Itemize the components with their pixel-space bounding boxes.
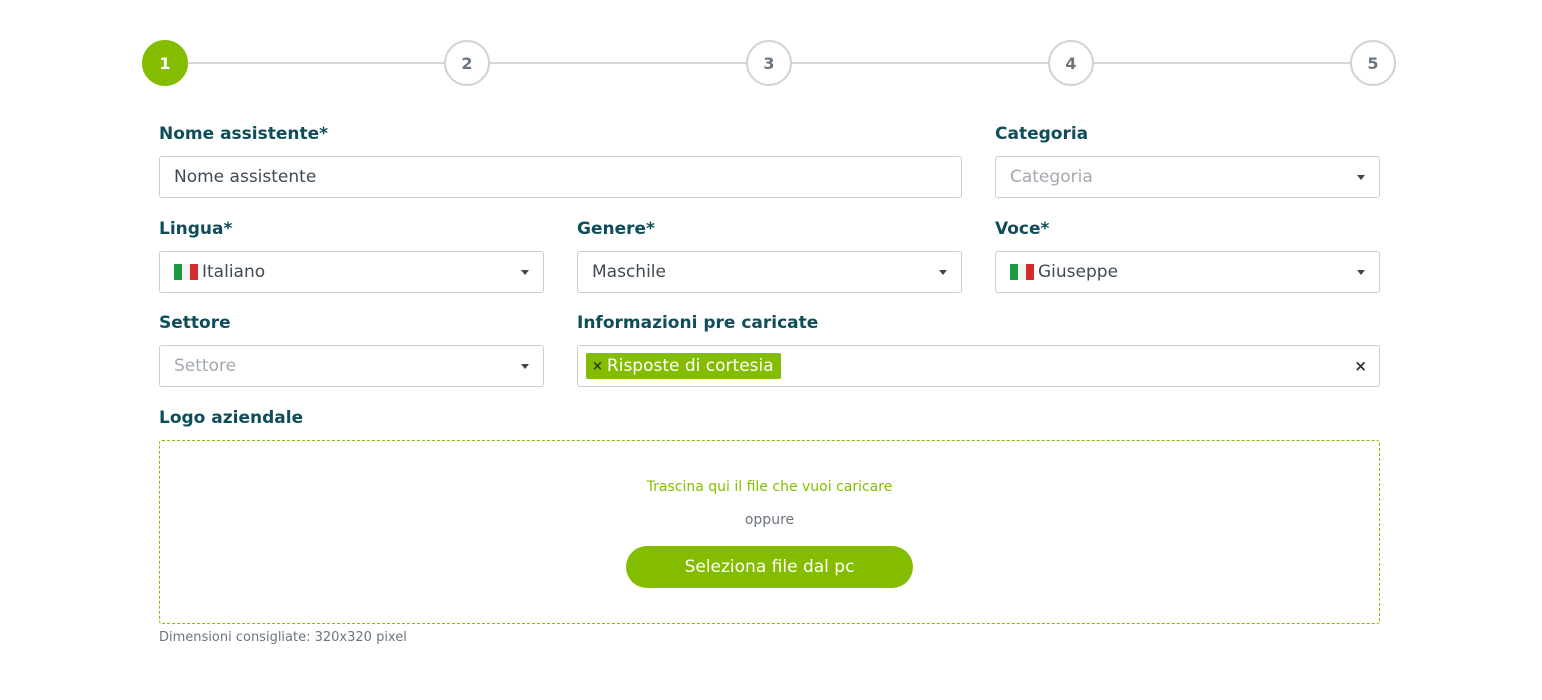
settore-select[interactable]: Settore [159, 345, 544, 387]
selected-tag: × Risposte di cortesia [586, 353, 781, 379]
stepper: 1 2 3 4 5 [142, 40, 1397, 86]
clear-all-icon[interactable]: × [1354, 357, 1367, 375]
chevron-down-icon [1357, 270, 1365, 275]
tag-label: Risposte di cortesia [606, 356, 774, 376]
nome-assistente-label: Nome assistente* [159, 124, 329, 144]
step-4[interactable]: 4 [1048, 40, 1094, 86]
genere-label: Genere* [577, 219, 655, 239]
chevron-down-icon [521, 270, 529, 275]
italy-flag-icon [174, 264, 198, 280]
settore-placeholder: Settore [174, 356, 237, 376]
step-3[interactable]: 3 [746, 40, 792, 86]
genere-value: Maschile [592, 262, 666, 282]
lingua-label: Lingua* [159, 219, 233, 239]
nome-assistente-value: Nome assistente [174, 167, 317, 187]
chevron-down-icon [521, 364, 529, 369]
dropzone-text: Trascina qui il file che vuoi caricare [646, 479, 893, 495]
step-5[interactable]: 5 [1350, 40, 1396, 86]
italy-flag-icon [1010, 264, 1034, 280]
remove-tag-icon[interactable]: × [592, 359, 603, 374]
informazioni-multiselect[interactable]: × Risposte di cortesia × [577, 345, 1380, 387]
nome-assistente-input[interactable]: Nome assistente [159, 156, 962, 198]
chevron-down-icon [1357, 175, 1365, 180]
lingua-value: Italiano [202, 262, 266, 282]
informazioni-label: Informazioni pre caricate [577, 313, 819, 333]
chevron-down-icon [939, 270, 947, 275]
logo-size-hint: Dimensioni consigliate: 320x320 pixel [159, 630, 407, 645]
categoria-label: Categoria [995, 124, 1089, 144]
voce-label: Voce* [995, 219, 1050, 239]
voce-value: Giuseppe [1038, 262, 1119, 282]
step-2[interactable]: 2 [444, 40, 490, 86]
step-1[interactable]: 1 [142, 40, 188, 86]
settore-label: Settore [159, 313, 231, 333]
voce-select[interactable]: Giuseppe [995, 251, 1380, 293]
categoria-select[interactable]: Categoria [995, 156, 1380, 198]
logo-label: Logo aziendale [159, 408, 304, 428]
categoria-placeholder: Categoria [1010, 167, 1093, 187]
select-file-button[interactable]: Seleziona file dal pc [626, 546, 913, 588]
dropzone-or-text: oppure [744, 512, 795, 528]
genere-select[interactable]: Maschile [577, 251, 962, 293]
logo-dropzone[interactable]: Trascina qui il file che vuoi caricare o… [159, 440, 1380, 624]
lingua-select[interactable]: Italiano [159, 251, 544, 293]
